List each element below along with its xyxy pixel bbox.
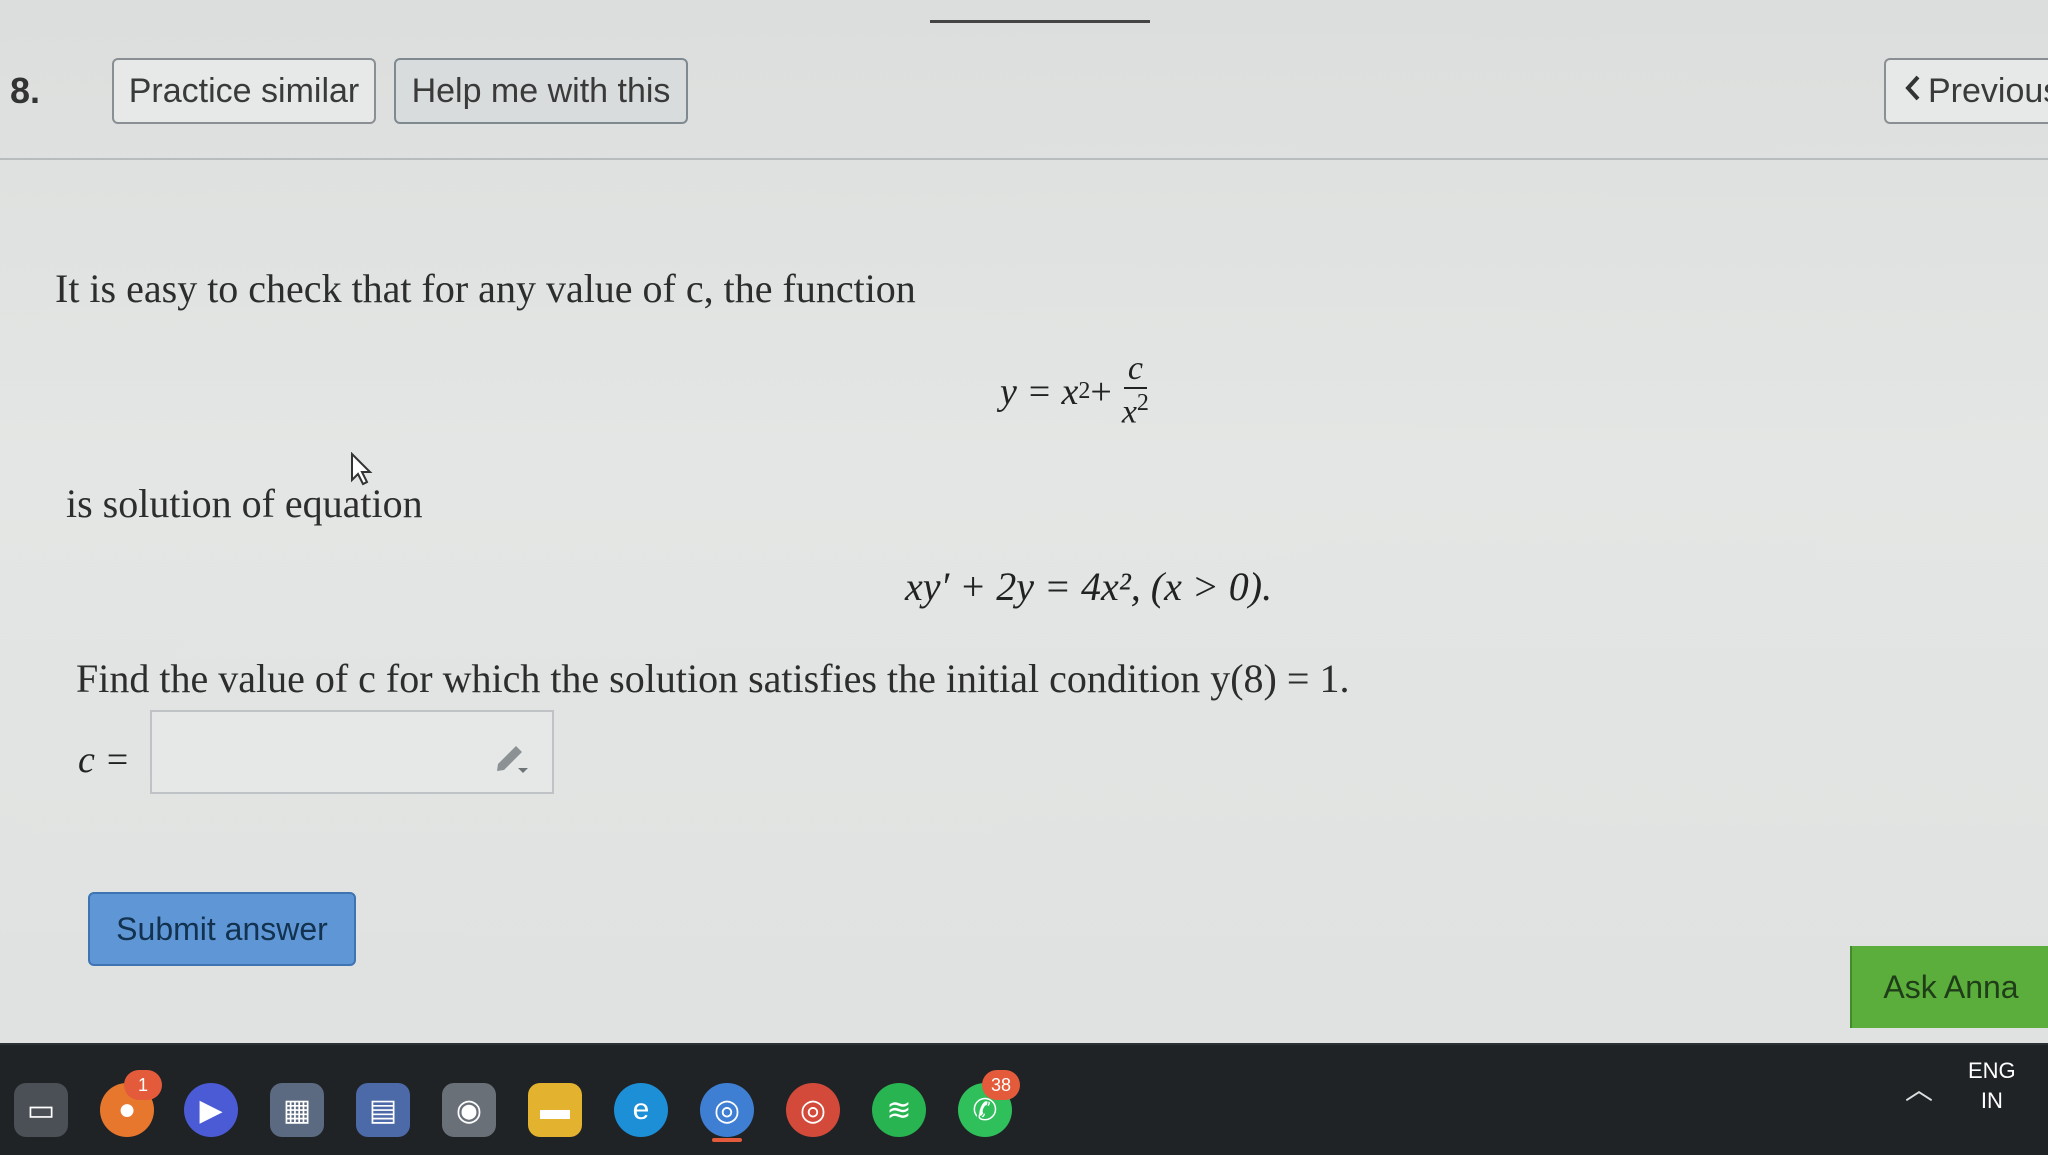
- solution-text: is solution of equation: [66, 481, 423, 526]
- eq1-plus: +: [1090, 370, 1112, 413]
- calculator-icon[interactable]: ▤: [356, 1083, 410, 1137]
- chrome-dev-icon[interactable]: ◎: [700, 1083, 754, 1137]
- whatsapp-badge: 38: [982, 1070, 1020, 1100]
- ask-anna-button[interactable]: Ask Anna: [1850, 946, 2048, 1028]
- eq1-exponent: 2: [1078, 378, 1091, 405]
- chevron-left-icon: [1904, 72, 1922, 111]
- question-number: 8.: [10, 70, 41, 111]
- help-me-button[interactable]: Help me with this: [394, 58, 688, 124]
- header-divider: [0, 158, 2048, 160]
- answer-input[interactable]: [150, 710, 554, 794]
- eq1-numerator: c: [1123, 350, 1147, 390]
- function-equation: y = x2 + c x2: [1000, 350, 1149, 434]
- language-top: ENG: [1968, 1058, 2016, 1083]
- spotify-icon[interactable]: ≋: [872, 1083, 926, 1137]
- folder-icon[interactable]: ▬: [528, 1083, 582, 1137]
- tray-chevron-up-icon[interactable]: ︿: [1905, 1068, 1933, 1108]
- eq1-denominator: x2: [1122, 389, 1149, 433]
- eq1-fraction: c x2: [1122, 350, 1149, 434]
- previous-button[interactable]: Previous: [1884, 58, 2048, 124]
- eq1-den-base: x: [1121, 393, 1137, 431]
- active-app-indicator: [712, 1138, 742, 1142]
- math-editor-pencil-icon[interactable]: [492, 736, 530, 774]
- zoom-icon[interactable]: ▶: [184, 1083, 238, 1137]
- store-icon[interactable]: ▦: [270, 1083, 324, 1137]
- camera-icon[interactable]: ◉: [442, 1083, 496, 1137]
- top-divider-line: [930, 20, 1150, 23]
- previous-label: Previous: [1928, 71, 2048, 110]
- submit-answer-button[interactable]: Submit answer: [88, 892, 356, 966]
- chrome-icon[interactable]: ◎: [786, 1083, 840, 1137]
- practice-similar-button[interactable]: Practice similar: [112, 58, 376, 124]
- differential-equation: xy′ + 2y = 4x², (x > 0).: [905, 564, 1273, 609]
- answer-label: c =: [78, 739, 131, 781]
- firefox-badge: 1: [124, 1070, 162, 1100]
- eq1-lhs: y = x: [1000, 370, 1079, 413]
- problem-intro: It is easy to check that for any value o…: [55, 266, 916, 311]
- edge-icon[interactable]: e: [614, 1083, 668, 1137]
- language-bottom: IN: [1980, 1088, 2003, 1113]
- file-explorer-icon[interactable]: ▭: [14, 1083, 68, 1137]
- eq1-den-exponent: 2: [1136, 390, 1149, 417]
- language-indicator[interactable]: ENG IN: [1968, 1056, 2016, 1116]
- find-instruction: Find the value of c for which the soluti…: [76, 656, 1350, 701]
